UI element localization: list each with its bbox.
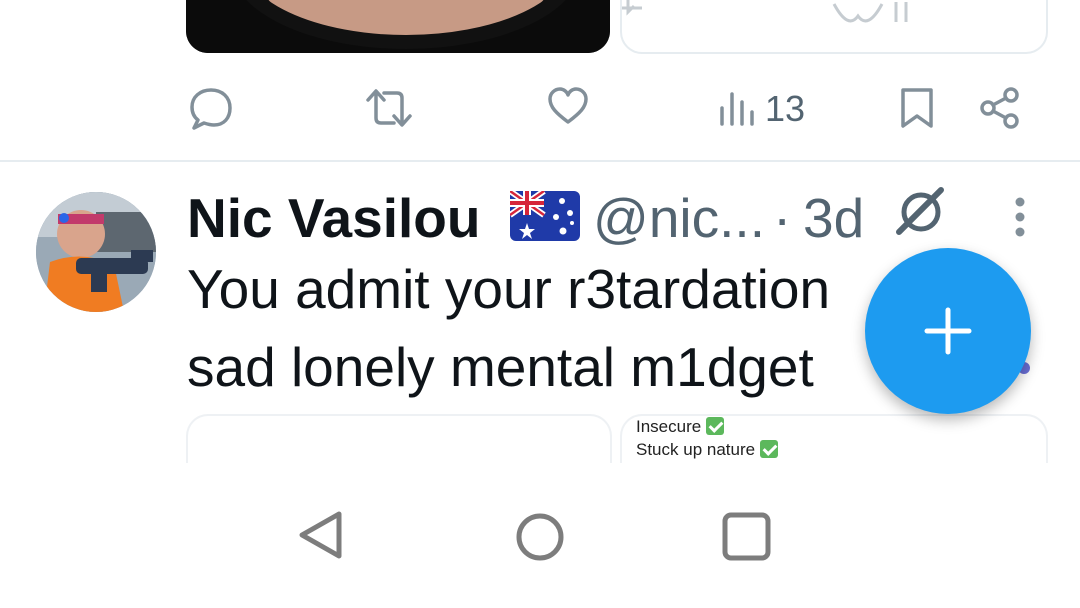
- retweet-icon[interactable]: [364, 86, 414, 130]
- home-circle-icon[interactable]: [514, 511, 566, 563]
- tweet-divider: [0, 160, 1080, 162]
- author-name[interactable]: Nic Vasilou: [187, 186, 480, 250]
- card-text-line: Stuck up nature: [636, 440, 779, 460]
- avatar[interactable]: [36, 192, 156, 312]
- heart-icon: [832, 2, 908, 23]
- arrow-down-icon: [622, 0, 642, 16]
- meta-separator: ·: [773, 187, 792, 249]
- system-navigation-bar: [0, 463, 1080, 608]
- compose-button[interactable]: [865, 248, 1031, 414]
- bookmark-icon[interactable]: [898, 86, 936, 130]
- reply-icon[interactable]: [188, 86, 234, 130]
- author-handle[interactable]: @nic...: [593, 186, 765, 250]
- check-mark-icon: [706, 417, 725, 435]
- card-text-line: Insecure: [636, 417, 725, 437]
- heart-icon[interactable]: [546, 86, 590, 126]
- plus-icon: [924, 307, 972, 355]
- quoted-card-previous[interactable]: [620, 0, 1048, 54]
- more-options-icon[interactable]: [1010, 196, 1030, 240]
- card-text-line-label: Insecure: [636, 417, 702, 436]
- views-count: 13: [765, 88, 806, 129]
- bar-chart-icon[interactable]: [718, 90, 758, 128]
- previous-tweet-image[interactable]: [186, 0, 610, 53]
- share-icon[interactable]: [978, 86, 1022, 130]
- recents-square-icon[interactable]: [721, 511, 773, 563]
- back-triangle-icon[interactable]: [296, 509, 346, 561]
- grok-icon[interactable]: [893, 186, 949, 238]
- card-text-line-label: Stuck up nature: [636, 440, 756, 459]
- australia-flag-icon: [510, 191, 580, 241]
- tweet-timestamp[interactable]: 3d: [803, 186, 864, 250]
- check-mark-icon: [760, 440, 779, 458]
